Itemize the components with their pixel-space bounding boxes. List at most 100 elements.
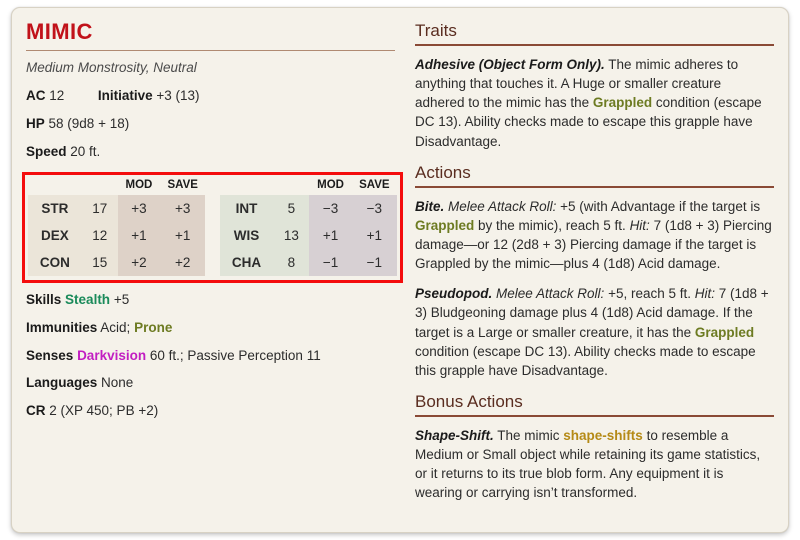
action-bite-text-1: +5 (with Advantage if the target is — [556, 198, 761, 214]
bonus-action-shape-shift-text-1: The mimic — [493, 427, 564, 443]
immunities-plain: Acid; — [100, 319, 131, 335]
ac-initiative-line: AC 12 Initiative +3 (13) — [26, 88, 395, 105]
condition-link-grappled[interactable]: Grappled — [695, 325, 754, 340]
languages-label: Languages — [26, 375, 98, 391]
page-background: MIMIC Medium Monstrosity, Neutral AC 12 … — [0, 0, 800, 540]
monster-type-line: Medium Monstrosity, Neutral — [26, 60, 197, 76]
speed-line: Speed 20 ft. — [26, 144, 395, 161]
senses-line: Senses Darkvision 60 ft.; Passive Percep… — [26, 348, 395, 365]
ability-row-con-cha: CON 15 +2 +2 CHA 8 −1 −1 — [28, 248, 397, 276]
ability-mod-str: +3 — [117, 194, 161, 222]
bonus-actions-divider — [415, 415, 774, 417]
languages-line: Languages None — [26, 375, 395, 392]
title-divider — [26, 50, 395, 52]
ability-mod-dex: +1 — [117, 221, 161, 249]
immunities-label: Immunities — [26, 319, 98, 335]
actions-heading: Actions — [415, 162, 471, 182]
initiative-label: Initiative — [97, 88, 153, 104]
ability-table-spacer — [205, 248, 220, 276]
ability-save-con: +2 — [160, 248, 206, 276]
languages-value: None — [101, 375, 134, 391]
stat-block-right-column: Traits Adhesive (Object Form Only). The … — [401, 19, 774, 514]
actions-divider — [415, 186, 774, 188]
bonus-action-shape-shift-name: Shape-Shift. — [415, 427, 494, 443]
action-pseudopod: Pseudopod. Melee Attack Roll: +5, reach … — [415, 284, 774, 380]
ability-row-dex-wis: DEX 12 +1 +1 WIS 13 +1 +1 — [28, 221, 397, 249]
hp-value: 58 (9d8 + 18) — [48, 116, 130, 132]
ability-score-str: 17 — [81, 194, 118, 222]
ability-header-mod-right: MOD — [317, 178, 344, 191]
skills-line: Skills Stealth +5 — [26, 292, 395, 309]
ability-table-spacer — [205, 194, 220, 222]
action-bite: Bite. Melee Attack Roll: +5 (with Advant… — [415, 197, 774, 274]
ability-row-str-int: STR 17 +3 +3 INT 5 −3 −3 — [28, 194, 397, 222]
action-pseudopod-name: Pseudopod. — [415, 286, 493, 302]
ability-save-dex: +1 — [160, 221, 206, 249]
senses-label: Senses — [26, 347, 74, 363]
condition-link-grappled[interactable]: Grappled — [415, 218, 474, 233]
ability-table-spacer — [205, 177, 219, 195]
ability-header-mod-left: MOD — [125, 178, 153, 191]
ac-value: 12 — [49, 88, 65, 104]
ability-mod-con: +2 — [117, 248, 161, 276]
action-pseudopod-text-1: +5, reach 5 ft. — [604, 286, 695, 302]
trait-adhesive: Adhesive (Object Form Only). The mimic a… — [415, 55, 774, 151]
skills-label: Skills — [26, 291, 62, 307]
ability-mod-wis: +1 — [309, 221, 352, 249]
cr-line: CR 2 (XP 450; PB +2) — [26, 403, 395, 420]
action-bite-hit-label: Hit: — [629, 217, 650, 233]
initiative-value: +3 (13) — [156, 88, 200, 104]
action-pseudopod-roll-label: Melee Attack Roll: — [496, 286, 605, 302]
action-pseudopod-hit-label: Hit: — [694, 286, 715, 302]
ability-header-row: MOD SAVE MOD SAVE — [28, 177, 397, 195]
ability-save-wis: +1 — [351, 221, 397, 249]
ability-save-int: −3 — [351, 194, 397, 222]
ability-mod-cha: −1 — [309, 248, 352, 276]
ability-save-cha: −1 — [351, 248, 397, 276]
cr-value: 2 (XP 450; PB +2) — [49, 403, 159, 419]
ability-score-con: 15 — [81, 248, 118, 276]
speed-label: Speed — [26, 143, 67, 159]
hp-line: HP 58 (9d8 + 18) — [26, 116, 395, 133]
action-bite-name: Bite. — [415, 198, 445, 214]
ability-header-blank-right — [220, 177, 274, 195]
bonus-action-shape-shift: Shape-Shift. The mimic shape-shifts to r… — [415, 426, 774, 503]
ac-label: AC — [26, 88, 46, 104]
condition-link-prone[interactable]: Prone — [134, 320, 172, 335]
skill-link-stealth[interactable]: Stealth — [65, 292, 110, 307]
action-pseudopod-text-3: condition (escape DC 13). Ability checks… — [415, 343, 756, 378]
cr-label: CR — [26, 403, 46, 419]
ability-name-str: STR — [28, 194, 82, 222]
bonus-actions-section: Bonus Actions Shape-Shift. The mimic sha… — [415, 392, 774, 503]
trait-adhesive-name: Adhesive (Object Form Only). — [415, 56, 605, 72]
action-bite-roll-label: Melee Attack Roll: — [448, 198, 557, 214]
immunities-line: Immunities Acid; Prone — [26, 320, 395, 337]
traits-divider — [415, 44, 774, 46]
ability-name-con: CON — [28, 248, 82, 276]
ability-header-save-left: SAVE — [167, 178, 198, 191]
ability-score-table: MOD SAVE MOD SAVE STR 17 +3 +3 INT 5 −3 … — [28, 177, 397, 276]
ability-score-table-highlight: MOD SAVE MOD SAVE STR 17 +3 +3 INT 5 −3 … — [22, 171, 403, 283]
ability-score-cha: 8 — [273, 248, 310, 276]
ability-header-score-right — [273, 177, 309, 195]
ability-name-int: INT — [219, 194, 274, 222]
action-bite-text-2: by the mimic), reach 5 ft. — [474, 217, 630, 233]
speed-value: 20 ft. — [70, 143, 101, 159]
ability-name-wis: WIS — [219, 221, 274, 249]
condition-link-grappled[interactable]: Grappled — [593, 95, 652, 110]
stat-block-left-column: MIMIC Medium Monstrosity, Neutral AC 12 … — [22, 19, 403, 431]
sense-link-darkvision[interactable]: Darkvision — [77, 348, 146, 363]
ability-name-cha: CHA — [219, 248, 274, 276]
traits-heading: Traits — [415, 21, 457, 40]
ability-score-wis: 13 — [273, 221, 310, 249]
action-link-shape-shifts[interactable]: shape-shifts — [563, 428, 643, 443]
hp-label: HP — [26, 116, 45, 132]
ability-header-save-right: SAVE — [359, 178, 390, 191]
skills-bonus: +5 — [113, 291, 130, 307]
bonus-actions-heading: Bonus Actions — [415, 391, 523, 411]
monster-name: MIMIC — [26, 19, 93, 44]
ability-score-int: 5 — [273, 194, 310, 222]
traits-section: Traits Adhesive (Object Form Only). The … — [415, 21, 774, 151]
ability-table-spacer — [205, 221, 220, 249]
ability-save-str: +3 — [160, 194, 206, 222]
